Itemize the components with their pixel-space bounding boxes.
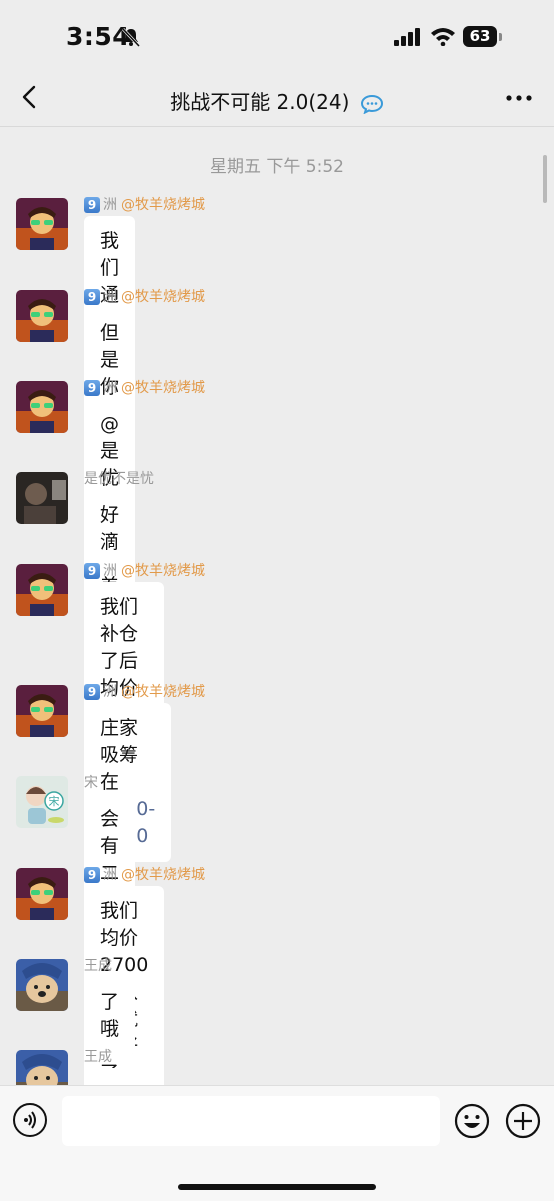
number-emoji: 9 xyxy=(84,289,100,305)
more-dots-icon[interactable] xyxy=(506,94,532,102)
chat-title-text: 挑战不可能 2.0(24) xyxy=(170,90,350,114)
avatar[interactable]: 宋 xyxy=(16,776,68,828)
sender-name: 9 洲 @牧羊烧烤城 xyxy=(84,194,205,214)
number-emoji: 9 xyxy=(84,684,100,700)
avatar[interactable] xyxy=(16,198,68,250)
chat-title[interactable]: 挑战不可能 2.0(24) xyxy=(0,86,554,115)
mention-tag: @牧羊烧烤城 xyxy=(121,867,205,883)
avatar[interactable] xyxy=(16,290,68,342)
cell-signal-icon xyxy=(394,28,420,46)
sender-name-text: 洲 xyxy=(103,867,117,883)
mention-tag: @牧羊烧烤城 xyxy=(121,197,205,213)
input-bar xyxy=(0,1085,554,1201)
avatar-text: 宋 xyxy=(49,794,60,808)
sender-name: 王成 xyxy=(84,958,112,974)
plus-icon[interactable] xyxy=(505,1103,541,1139)
battery-indicator: 63 xyxy=(463,26,497,47)
sender-name: 9 洲 @牧羊烧烤城 xyxy=(84,681,205,701)
avatar[interactable] xyxy=(16,564,68,616)
mention-tag: @牧羊烧烤城 xyxy=(121,684,205,700)
avatar[interactable] xyxy=(16,381,68,433)
sender-name: 9 洲 @牧羊烧烤城 xyxy=(84,560,205,580)
sender-name-text: 洲 xyxy=(103,380,117,396)
home-indicator[interactable] xyxy=(178,1184,376,1190)
sender-name: 9 洲 @牧羊烧烤城 xyxy=(84,377,205,397)
sender-name: 9 洲 @牧羊烧烤城 xyxy=(84,864,205,884)
sender-name: 是优不是忧 xyxy=(84,471,154,487)
avatar[interactable] xyxy=(16,472,68,524)
sender-name-text: 洲 xyxy=(103,197,117,213)
mention-tag: @牧羊烧烤城 xyxy=(121,289,205,305)
emoji-icon[interactable] xyxy=(454,1103,490,1139)
sender-name-text: 洲 xyxy=(103,289,117,305)
sender-name-text: 洲 xyxy=(103,563,117,579)
wifi-icon xyxy=(431,28,455,46)
mention-tag: @牧羊烧烤城 xyxy=(121,380,205,396)
avatar[interactable] xyxy=(16,685,68,737)
mention-tag: @牧羊烧烤城 xyxy=(121,563,205,579)
voice-icon[interactable] xyxy=(13,1103,47,1137)
avatar[interactable] xyxy=(16,959,68,1011)
sender-name-text: 洲 xyxy=(103,684,117,700)
message-bubble[interactable] xyxy=(84,1068,158,1085)
chat-header: 挑战不可能 2.0(24) xyxy=(0,72,554,127)
message-text: 庄家吸筹在 xyxy=(100,717,139,793)
sender-name: 9 洲 @牧羊烧烤城 xyxy=(84,286,205,306)
battery-cap xyxy=(499,33,502,41)
status-bar: 3:54 63 xyxy=(0,0,554,72)
sender-name: 王成 xyxy=(84,1049,112,1065)
message-input[interactable] xyxy=(62,1096,440,1146)
number-emoji: 9 xyxy=(84,380,100,396)
sender-name: 宋 xyxy=(84,775,98,791)
message-list[interactable]: 星期五 下午 5:52 9洲@牧羊烧烤城 我们通过消息是左侧的建仓 9洲@牧羊烧… xyxy=(0,127,554,1085)
message-timestamp: 星期五 下午 5:52 xyxy=(210,157,344,177)
chat-bubble-icon xyxy=(360,94,383,114)
silent-bell-icon xyxy=(121,27,141,47)
message-bubble[interactable]: 了哦 xyxy=(84,977,136,1055)
message-bubble[interactable]: 好滴 xyxy=(84,490,136,568)
number-emoji: 9 xyxy=(84,197,100,213)
number-emoji: 9 xyxy=(84,563,100,579)
avatar[interactable] xyxy=(16,1050,68,1085)
avatar[interactable] xyxy=(16,868,68,920)
number-emoji: 9 xyxy=(84,867,100,883)
